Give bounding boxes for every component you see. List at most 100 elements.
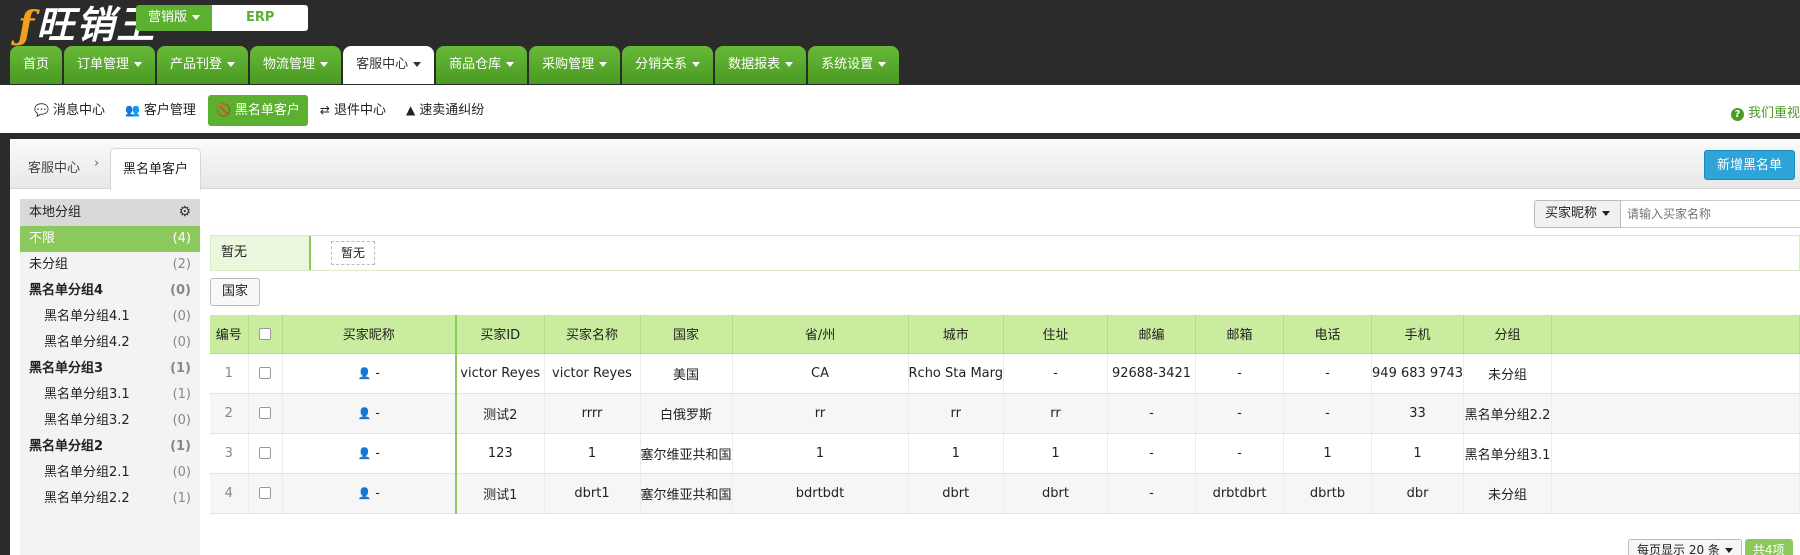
nav-tab-6[interactable]: 采购管理	[529, 46, 621, 84]
sidebar-item[interactable]: 黑名单分组2.2 (1)	[20, 486, 200, 512]
chevron-down-icon	[1602, 211, 1611, 216]
breadcrumb-current-tab[interactable]: 黑名单客户	[110, 148, 202, 190]
chevron-down-icon	[692, 62, 701, 67]
per-page-select[interactable]: 每页显示 20 条	[1628, 539, 1742, 555]
table-cell: -	[1107, 393, 1197, 434]
edition-dropdown[interactable]: 营销版	[136, 5, 213, 31]
sidebar-item-count: (1)	[172, 491, 191, 506]
sidebar-item[interactable]: 黑名单分组3.2 (0)	[20, 408, 200, 434]
table-cell: victor Reyes	[456, 353, 545, 394]
nav-tab-5[interactable]: 商品仓库	[436, 46, 528, 84]
nav-tab-1[interactable]: 订单管理	[64, 46, 156, 84]
column-header[interactable]: 电话	[1283, 315, 1373, 354]
sidebar-item[interactable]: 未分组 (2)	[20, 252, 200, 278]
sidebar-item-label: 未分组	[29, 257, 69, 272]
help-link[interactable]: ? 我们重视	[1730, 102, 1800, 121]
column-header[interactable]: 手机	[1371, 315, 1465, 354]
table-row[interactable]: 3 👤 -123 1 塞尔维亚共和国 1 1 1- -1 1 黑名单分组3.1	[210, 433, 1800, 474]
table-cell: dbrt1	[544, 473, 641, 514]
table-cell: 123	[456, 433, 545, 474]
row-checkbox[interactable]	[259, 487, 271, 499]
table-cell: 33	[1371, 393, 1465, 434]
chevron-down-icon	[413, 62, 422, 67]
row-checkbox[interactable]	[259, 367, 271, 379]
table-row[interactable]: 1 👤 - victor Reyes victor Reyes 美国 CA Rcho Sta …	[210, 353, 1800, 394]
nav-tab-0[interactable]: 首页	[10, 46, 63, 84]
table-cell: 美国	[640, 353, 733, 394]
column-header[interactable]: 买家名称	[544, 315, 641, 354]
table-cell: CA	[732, 353, 909, 394]
column-header[interactable]: 买家昵称	[282, 315, 457, 354]
sidebar-item[interactable]: 黑名单分组4 (0)	[20, 278, 200, 304]
column-header[interactable]: 邮编	[1107, 315, 1197, 354]
sidebar-item[interactable]: 黑名单分组2 (1)	[20, 434, 200, 460]
table-cell: rr	[908, 393, 1005, 434]
table-cell: rr	[1003, 393, 1109, 434]
table-cell: 👤 -	[282, 353, 457, 394]
row-checkbox[interactable]	[259, 407, 271, 419]
nav-tab-label: 分销关系	[635, 57, 688, 72]
column-header[interactable]: 国家	[640, 315, 733, 354]
column-header[interactable]: 住址	[1003, 315, 1109, 354]
nav-tab-2[interactable]: 产品刊登	[157, 46, 249, 84]
sidebar-item-count: (1)	[172, 387, 191, 402]
nav-tab-9[interactable]: 系统设置	[808, 46, 900, 84]
sidebar-item-count: (0)	[172, 413, 191, 428]
table-cell: -	[1195, 353, 1285, 394]
country-filter-button[interactable]: 国家	[210, 278, 261, 306]
nav-tab-7[interactable]: 分销关系	[622, 46, 714, 84]
nav-tab-3[interactable]: 物流管理	[250, 46, 342, 84]
sub-nav-label: 退件中心	[333, 103, 386, 118]
table-row[interactable]: 2 👤 - 测试2 rrrr 白俄罗斯 rr rr rr - - -33 黑名单分组2.2	[210, 393, 1800, 434]
sub-nav-item-2[interactable]: 🚫 黑名单客户	[207, 95, 308, 126]
sidebar-item-label: 不限	[29, 231, 56, 246]
sub-nav-item-3[interactable]: ⇄ 退件中心	[312, 95, 394, 126]
sidebar-item-label: 黑名单分组2.2	[44, 491, 130, 506]
add-blacklist-button[interactable]: 新增黑名单	[1704, 150, 1796, 180]
return-icon: ⇄	[319, 103, 330, 117]
table-cell: 未分组	[1463, 473, 1553, 514]
table-cell: -	[1107, 473, 1197, 514]
sidebar-item[interactable]: 黑名单分组2.1 (0)	[20, 460, 200, 486]
table-cell: 1	[1283, 433, 1373, 474]
erp-button[interactable]: ERP	[212, 5, 309, 31]
sidebar-item-label: 黑名单分组3.2	[44, 413, 130, 428]
table-cell: dbrt	[908, 473, 1005, 514]
table-cell: 👤 -	[282, 393, 457, 434]
chevron-down-icon	[785, 62, 794, 67]
column-header[interactable]: 邮箱	[1195, 315, 1285, 354]
column-header[interactable]: 买家ID	[456, 315, 545, 354]
tag-filter-item[interactable]: 暂无	[331, 241, 376, 265]
chevron-down-icon	[599, 62, 608, 67]
sidebar-item[interactable]: 不限 (4)	[20, 226, 200, 252]
breadcrumb-parent[interactable]: 客服中心	[28, 157, 80, 176]
column-header[interactable]: 编号	[210, 315, 249, 354]
tag-filter-label: 暂无	[211, 236, 311, 270]
table-cell: 👤 -	[282, 433, 457, 474]
sidebar-item[interactable]: 黑名单分组4.1 (0)	[20, 304, 200, 330]
table-cell-extra	[1551, 353, 1800, 394]
sidebar-header: 本地分组 ⚙	[20, 199, 200, 226]
gear-icon[interactable]: ⚙	[178, 199, 191, 226]
sub-nav-item-0[interactable]: 💬 消息中心	[26, 95, 113, 126]
column-header[interactable]: 城市	[908, 315, 1005, 354]
table-cell: 4	[210, 473, 249, 514]
sub-nav-item-4[interactable]: ▲ 速卖通纠纷	[398, 95, 492, 126]
table-cell: 3	[210, 433, 249, 474]
table-row[interactable]: 4 👤 - 测试1 dbrt1 塞尔维亚共和国 bdrtbdt dbrt dbrt - drbtdb…	[210, 473, 1800, 514]
search-field-select[interactable]: 买家昵称	[1534, 200, 1622, 228]
sub-nav-item-1[interactable]: 👥 客户管理	[117, 95, 204, 126]
nav-tab-8[interactable]: 数据报表	[715, 46, 807, 84]
sidebar-title: 本地分组	[29, 205, 82, 220]
search-input[interactable]	[1621, 200, 1800, 228]
column-header[interactable]: 省/州	[732, 315, 909, 354]
select-all-checkbox[interactable]	[259, 327, 271, 340]
nav-tab-4[interactable]: 客服中心	[343, 46, 435, 84]
sidebar-item[interactable]: 黑名单分组3 (1)	[20, 356, 200, 382]
sidebar-item[interactable]: 黑名单分组3.1 (1)	[20, 382, 200, 408]
sidebar-item-count: (4)	[172, 231, 191, 246]
sidebar-item[interactable]: 黑名单分组4.2 (0)	[20, 330, 200, 356]
row-checkbox[interactable]	[259, 447, 271, 459]
sidebar-items: 不限 (4) 未分组 (2) 黑名单分组4 (0) 黑名单分组4.1 (0) 黑名单分组4.2 (…	[20, 226, 200, 512]
column-header[interactable]: 分组	[1463, 315, 1553, 354]
